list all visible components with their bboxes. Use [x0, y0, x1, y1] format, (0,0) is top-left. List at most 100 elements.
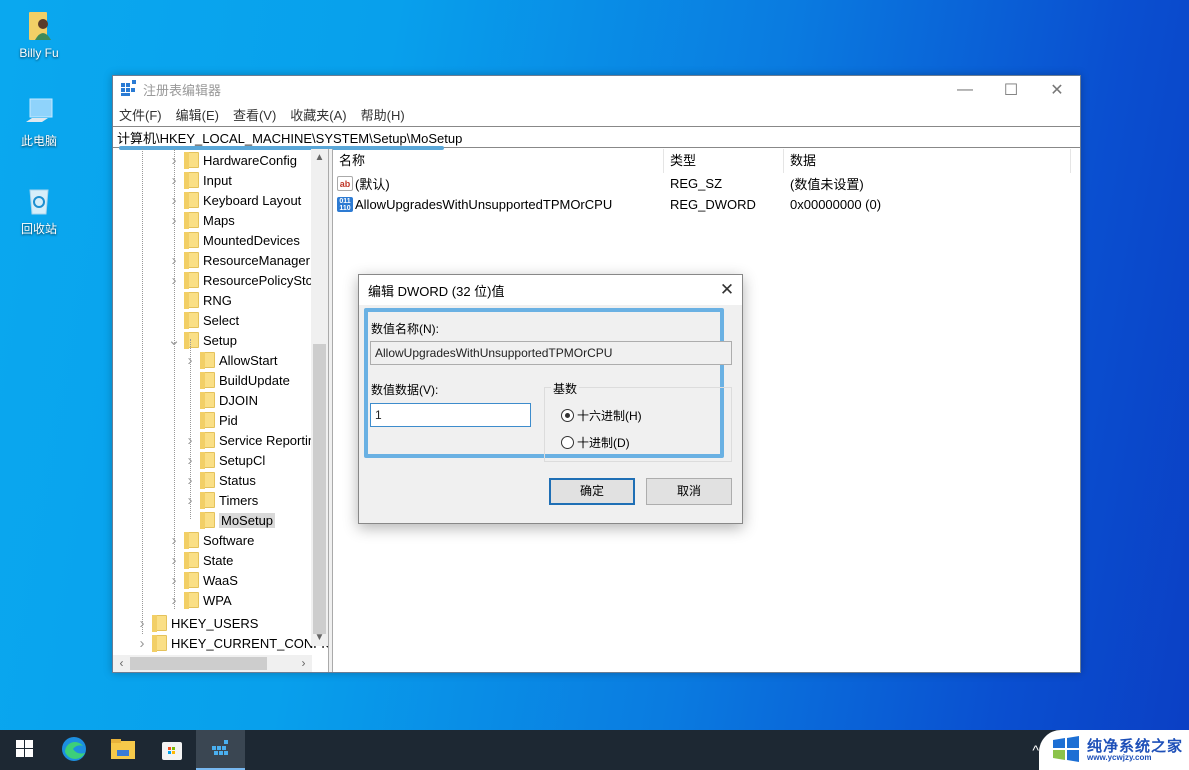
minimize-button[interactable]: — — [942, 76, 988, 103]
menu-favorites[interactable]: 收藏夹(A) — [290, 105, 346, 124]
tree-item-label: Select — [203, 312, 240, 328]
tree-item-label: RNG — [203, 292, 232, 308]
tree-item-label: WPA — [203, 592, 232, 608]
folder-icon — [184, 292, 199, 309]
scroll-thumb[interactable] — [130, 657, 267, 670]
desktop-icon-this-pc[interactable]: 此电脑 — [1, 96, 77, 149]
scroll-thumb[interactable] — [313, 344, 326, 634]
tree-item[interactable]: Select — [167, 310, 239, 330]
column-name[interactable]: 名称 — [333, 148, 664, 173]
dword-value-icon: 011 110 — [337, 197, 353, 212]
taskbar-store[interactable] — [147, 730, 196, 770]
column-type[interactable]: 类型 — [664, 148, 784, 173]
folder-icon — [200, 392, 215, 409]
base-group-label: 基数 — [551, 380, 580, 397]
list-row[interactable]: 011 110 AllowUpgradesWithUnsupportedTPMO… — [333, 194, 1080, 215]
string-value-icon: ab — [337, 176, 353, 191]
taskbar-file-explorer[interactable] — [98, 730, 147, 770]
tree-item-label: Status — [219, 472, 256, 488]
tree-item[interactable]: › Input — [167, 170, 232, 190]
tree-item[interactable]: › State — [167, 550, 233, 570]
tree-item[interactable]: › HardwareConfig — [167, 150, 297, 170]
address-path: 计算机\HKEY_LOCAL_MACHINE\SYSTEM\Setup\MoSe… — [117, 130, 463, 146]
tree-item[interactable]: › Keyboard Layout — [167, 190, 301, 210]
scroll-up-icon[interactable]: ▲ — [311, 149, 328, 166]
desktop-icon-recycle-bin[interactable]: 回收站 — [1, 184, 77, 237]
tray-chevron-icon[interactable]: ^ — [1032, 742, 1039, 758]
ok-button[interactable]: 确定 — [549, 478, 635, 505]
tree-item[interactable]: › AllowStart — [183, 350, 278, 370]
radio-hex[interactable]: 十六进制(H) — [561, 407, 642, 424]
scroll-down-icon[interactable]: ▼ — [311, 629, 328, 646]
tree-item-label: Input — [203, 172, 232, 188]
tree-item-label: Setup — [203, 332, 237, 348]
tree-item[interactable]: › HKEY_USERS — [135, 613, 258, 633]
scroll-left-icon[interactable]: ‹ — [113, 655, 130, 672]
watermark: 纯净系统之家 www.ycwjzy.com — [1039, 730, 1189, 770]
column-data[interactable]: 数据 — [784, 148, 1071, 173]
dialog-close-button[interactable]: ✕ — [712, 280, 742, 300]
tree-item[interactable]: › Status — [183, 470, 256, 490]
value-name-field[interactable]: AllowUpgradesWithUnsupportedTPMOrCPU — [370, 341, 732, 365]
tree-item-label: AllowStart — [219, 352, 278, 368]
menu-help[interactable]: 帮助(H) — [361, 105, 405, 124]
chevron-right-icon[interactable]: › — [135, 635, 149, 652]
tree-guide-line — [190, 339, 191, 519]
list-row[interactable]: ab (默认) REG_SZ (数值未设置) — [333, 173, 1080, 194]
tree-item[interactable]: › ResourceManager — [167, 250, 310, 270]
folder-icon — [184, 152, 199, 169]
tree-vertical-scrollbar[interactable]: ▲ ▼ — [311, 149, 328, 646]
folder-icon — [200, 512, 215, 529]
address-bar[interactable]: 计算机\HKEY_LOCAL_MACHINE\SYSTEM\Setup\MoSe… — [113, 126, 1080, 150]
tree-item[interactable]: › HKEY_CURRENT_CONFIG — [135, 633, 329, 653]
tree-item-label: State — [203, 552, 234, 568]
tree-item[interactable]: ⌄ Setup — [167, 330, 237, 350]
menu-bar: 文件(F) 编辑(E) 查看(V) 收藏夹(A) 帮助(H) — [113, 103, 1080, 126]
menu-edit[interactable]: 编辑(E) — [176, 105, 219, 124]
radio-decimal[interactable]: 十进制(D) — [561, 434, 630, 451]
tree-item[interactable]: › Maps — [167, 210, 235, 230]
taskbar-edge[interactable] — [49, 730, 98, 770]
tree-item[interactable]: › ResourcePolicySto — [167, 270, 313, 290]
cancel-button[interactable]: 取消 — [646, 478, 732, 505]
scroll-right-icon[interactable]: › — [295, 655, 312, 672]
tree-item-label: DJOIN — [219, 392, 258, 408]
dialog-title: 编辑 DWORD (32 位)值 — [368, 283, 505, 299]
tree-item-label: ResourceManager — [203, 252, 310, 268]
menu-file[interactable]: 文件(F) — [119, 105, 162, 124]
tree-item[interactable]: › WPA — [167, 590, 232, 610]
tree-item[interactable]: › Service Reportin — [183, 430, 315, 450]
value-name-label: 数值名称(N): — [371, 322, 439, 336]
folder-icon — [184, 172, 199, 189]
desktop-icon-user[interactable]: Billy Fu — [1, 10, 77, 60]
tree-item-label: HKEY_CURRENT_CONFIG — [171, 635, 329, 651]
radio-decimal-label: 十进制(D) — [577, 436, 630, 450]
tree-item[interactable]: Pid — [183, 410, 238, 430]
tree-item[interactable]: MountedDevices — [167, 230, 300, 250]
tree-item-label: Timers — [219, 492, 259, 508]
tree-item[interactable]: › SetupCl — [183, 450, 265, 470]
tree-item-label: ResourcePolicySto — [203, 272, 313, 288]
tree-item-label: WaaS — [203, 572, 238, 588]
folder-icon — [184, 312, 199, 329]
tree-item[interactable]: RNG — [167, 290, 232, 310]
dialog-title-bar: 编辑 DWORD (32 位)值 ✕ — [359, 275, 742, 305]
tree-item[interactable]: BuildUpdate — [183, 370, 290, 390]
taskbar-regedit[interactable] — [196, 730, 245, 770]
tree-item[interactable]: MoSetup — [183, 510, 276, 530]
close-button[interactable]: ✕ — [1034, 76, 1080, 103]
tree-horizontal-scrollbar[interactable]: ‹ › — [113, 655, 312, 672]
menu-view[interactable]: 查看(V) — [233, 105, 276, 124]
value-data-field[interactable]: 1 — [370, 403, 531, 427]
tree-item[interactable]: › Software — [167, 530, 254, 550]
tree-item-label: HardwareConfig — [203, 152, 297, 168]
folder-icon — [184, 252, 199, 269]
value-type: REG_SZ — [670, 176, 723, 191]
tree-item[interactable]: › Timers — [183, 490, 258, 510]
maximize-button[interactable]: ☐ — [988, 76, 1034, 103]
tree-item[interactable]: DJOIN — [183, 390, 258, 410]
desktop-icon-label: Billy Fu — [19, 46, 59, 60]
tree-item[interactable]: › WaaS — [167, 570, 238, 590]
start-button[interactable] — [0, 730, 49, 770]
folder-icon — [184, 552, 199, 569]
